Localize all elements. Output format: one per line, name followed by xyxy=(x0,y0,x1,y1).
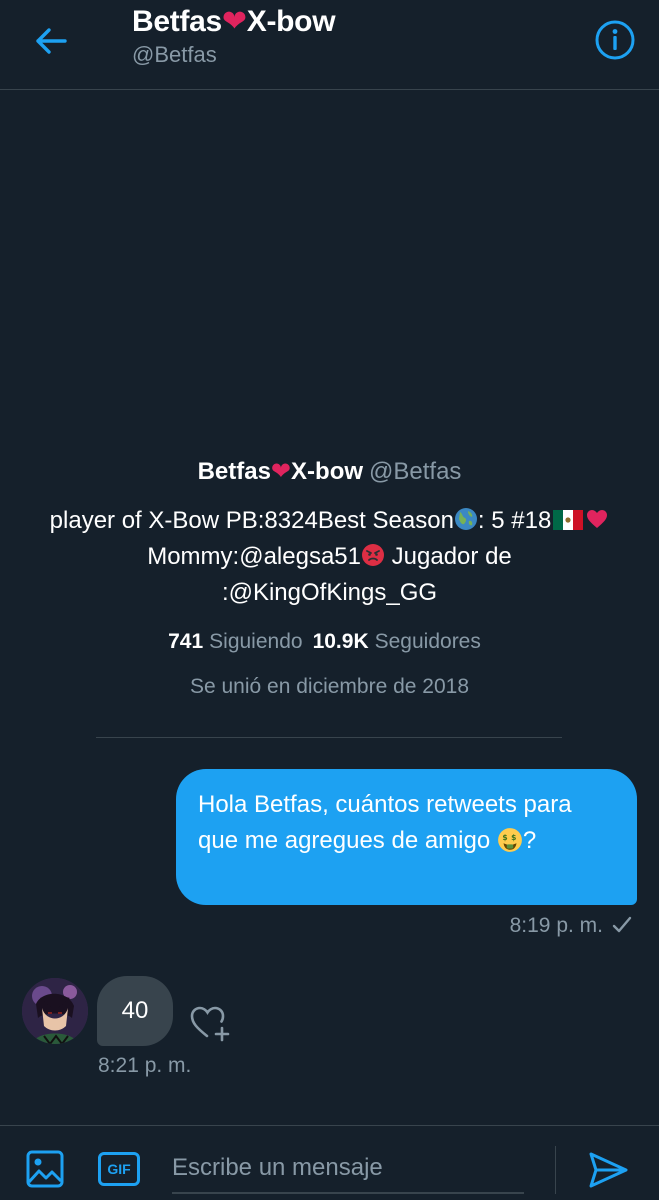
composer-divider xyxy=(555,1146,556,1194)
gif-label: GIF xyxy=(107,1161,131,1177)
conversation-title: Betfas❤X-bow xyxy=(132,5,336,38)
divider xyxy=(96,737,562,738)
arrow-left-icon xyxy=(36,28,67,54)
received-message-text: 40 xyxy=(121,997,149,1024)
send-icon xyxy=(589,1152,628,1188)
mexico-flag-icon xyxy=(553,510,584,530)
received-message-time: 8:21 p. m. xyxy=(98,1054,192,1077)
heart-plus-icon xyxy=(190,1006,230,1042)
following-link[interactable]: 741 Siguiendo xyxy=(168,630,312,653)
message-composer: GIF xyxy=(0,1125,659,1200)
check-icon xyxy=(612,916,632,933)
followers-count: 10.9K xyxy=(312,630,369,653)
sent-message-bubble[interactable]: Hola Betfas, cuántos retweets para que m… xyxy=(176,769,637,905)
profile-stats: 741 Siguiendo 10.9K Seguidores xyxy=(0,627,659,657)
red-heart-emoji-icon xyxy=(587,510,608,528)
following-label: Siguiendo xyxy=(209,630,303,653)
profile-summary: Betfas❤X-bow @Betfas player of X-Bow PB:8… xyxy=(0,455,659,699)
conversation-handle: @Betfas xyxy=(132,42,217,67)
angry-face-emoji-icon xyxy=(362,544,384,566)
sent-message-suffix: ? xyxy=(522,827,537,854)
heart-emoji: ❤ xyxy=(221,5,247,38)
add-image-button[interactable] xyxy=(26,1150,64,1188)
following-count: 741 xyxy=(168,630,204,653)
send-button[interactable] xyxy=(586,1148,630,1192)
avatar-image xyxy=(22,978,88,1044)
profile-name[interactable]: Betfas❤X-bow xyxy=(198,458,363,485)
followers-link[interactable]: 10.9K Seguidores xyxy=(313,630,491,653)
money-mouth-face-emoji-icon: $ $ xyxy=(497,828,522,852)
add-gif-button[interactable]: GIF xyxy=(98,1152,140,1186)
image-icon xyxy=(26,1150,64,1188)
svg-text:$: $ xyxy=(511,833,516,842)
conversation-header: Betfas❤X-bow @Betfas xyxy=(0,0,659,90)
profile-bio: player of X-Bow PB:8324Best Season: 5 #1… xyxy=(50,503,610,611)
joined-date: Se unió en diciembre de 2018 xyxy=(189,675,470,698)
profile-name-line: Betfas❤X-bow @Betfas xyxy=(0,455,659,489)
back-button[interactable] xyxy=(32,22,70,60)
avatar[interactable] xyxy=(22,978,88,1044)
globe-emoji-icon xyxy=(454,508,477,530)
svg-text:$: $ xyxy=(502,833,507,842)
like-message-button[interactable] xyxy=(188,1002,232,1044)
received-message-bubble[interactable]: 40 xyxy=(97,976,173,1046)
followers-label: Seguidores xyxy=(374,630,481,653)
info-icon xyxy=(595,20,635,60)
info-button[interactable] xyxy=(594,19,636,61)
message-input[interactable] xyxy=(172,1144,524,1194)
profile-handle[interactable]: @Betfas xyxy=(369,458,461,485)
sent-message-time: 8:19 p. m. xyxy=(509,914,603,937)
